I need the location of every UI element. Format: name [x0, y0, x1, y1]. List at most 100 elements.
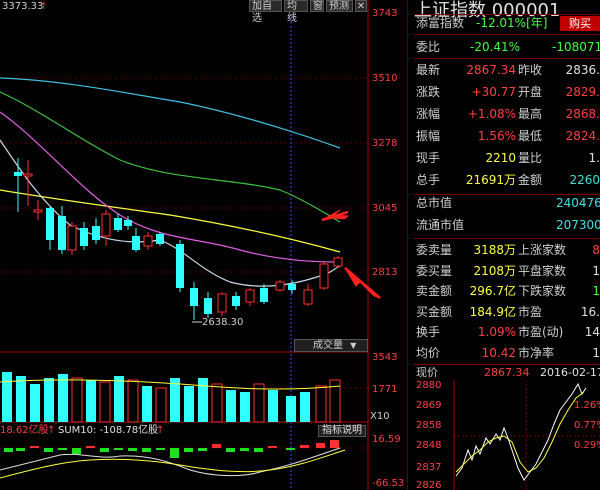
low-marker-label: 2638.30: [202, 317, 243, 328]
quote-row-label-2: 最低: [518, 129, 543, 143]
indicator-bar: [286, 448, 295, 450]
quote-row-value-1: 2867.34: [466, 63, 516, 77]
candle-body: [80, 228, 88, 246]
quote-row-label-2: 市净率: [518, 345, 555, 360]
add-watchlist-button[interactable]: 加自选: [249, 0, 282, 24]
quote-row-value-2: 2836.: [565, 63, 600, 77]
volume-bar: [286, 396, 296, 422]
volume-selector[interactable]: 成交量 ▼: [294, 339, 368, 352]
price-axis-label: 2813: [372, 267, 397, 278]
quote-row-label-1: 涨跌: [416, 85, 441, 99]
candle-body: [58, 216, 66, 250]
quote-row-label-2: 市盈: [518, 304, 543, 319]
quote-row-value-2: 8: [592, 243, 600, 257]
total-mv-label: 总市值: [416, 196, 453, 210]
quote-row-value-1: +30.77: [471, 85, 516, 99]
indicator-explain-button[interactable]: 指标说明: [318, 425, 366, 437]
indicator-bar: [16, 448, 25, 451]
quote-row-value-2: 14: [584, 325, 600, 339]
volume-bar: [253, 383, 265, 423]
quote-row-value-2: 1.: [588, 151, 600, 165]
volume-bar: [240, 392, 250, 422]
buy-button[interactable]: 购买: [560, 16, 600, 31]
volume-bar: [127, 379, 139, 423]
indicator-bar: [316, 443, 325, 448]
volume-selector-label: 成交量: [313, 340, 343, 351]
close-icon[interactable]: ✕: [355, 0, 367, 12]
volume-bar: [315, 385, 327, 423]
mini-axis-left: 2869: [416, 400, 441, 411]
indicator-axis: 16.59 -66.53: [372, 434, 404, 489]
indicator-bar: [142, 448, 151, 452]
quote-row-label-1: 现手: [416, 151, 441, 165]
quote-row: 换手 1.09% 市盈(动) 14: [414, 323, 600, 342]
quote-row-label-1: 最新: [416, 63, 441, 77]
indicator-bar: [4, 448, 13, 452]
volume-bar: [114, 376, 124, 422]
candle-body: [260, 288, 268, 302]
candle-body: [303, 289, 313, 305]
divider: [414, 34, 600, 35]
candle-body: [33, 209, 43, 213]
indicator-value-left: 18.62亿股: [0, 423, 49, 436]
price-axis-label: 3045: [372, 203, 397, 214]
candle-body: [319, 263, 329, 289]
quote-row-value-2: 1: [592, 263, 600, 278]
quote-row-value-2: 16.: [580, 304, 600, 319]
mini-axis-right: 0.77%: [574, 420, 600, 431]
indicator-sum-up-icon: ↑: [156, 425, 164, 436]
quote-row-label-2: 量比: [518, 151, 543, 165]
indicator-bar: [30, 446, 39, 448]
webi-value: -20.41%: [470, 40, 521, 54]
ma-button[interactable]: 均线: [284, 0, 308, 24]
candle-body: [245, 289, 255, 303]
candle-body: [14, 172, 22, 176]
quote-row-value-2: 2824.: [565, 129, 600, 143]
indicator-bar: [184, 448, 193, 452]
volume-bar: [170, 378, 180, 422]
top-price-arrow-icon: ↑: [40, 2, 48, 12]
quote-row-value-1: 10.42: [481, 345, 516, 360]
intraday-mini-chart[interactable]: 2880 2869 2858 2848 2837 2826 1.26% 0.77…: [414, 380, 600, 490]
indicator-bar: [268, 446, 277, 448]
volume-bar: [30, 384, 40, 422]
divider: [414, 238, 600, 239]
top-price: 3373.33: [2, 1, 43, 12]
mini-axis-right: 0.29%: [574, 440, 600, 451]
indicator-axis-bottom: -66.53: [372, 478, 404, 489]
volume-bar: [142, 386, 152, 422]
quote-row-value-1: 2108万: [473, 263, 516, 278]
window-button[interactable]: 窗: [310, 0, 324, 12]
quote-row: 委卖量 3188万 上涨家数 8: [414, 241, 600, 260]
quote-row-label-1: 卖金额: [416, 284, 453, 298]
price-axis: 3743 3510 3278 3045 2813: [372, 8, 397, 278]
volume-bar: [44, 378, 54, 422]
candle-body: [217, 293, 227, 313]
quote-row-label-1: 买金额: [416, 304, 453, 319]
quote-row: 买金额 184.9亿 市盈 16.: [414, 303, 600, 322]
quote-row-value-1: 1.56%: [477, 129, 516, 143]
indicator-sum-label: SUM10: -108.78亿股: [58, 423, 158, 436]
volume-axis-top: 3543: [372, 352, 397, 363]
mini-axis-left: 2848: [416, 440, 441, 451]
quote-row: 委买量 2108万 平盘家数 1: [414, 262, 600, 281]
candle-body: [275, 281, 285, 291]
candle-body: [23, 173, 33, 177]
quote-row-value-1: +1.08%: [467, 107, 516, 121]
candle-body: [156, 234, 164, 244]
indicator-bar: [100, 448, 109, 452]
quote-row-label-1: 均价: [416, 345, 441, 360]
candle-body: [114, 218, 122, 230]
quote-row-label-2: 平盘家数: [518, 263, 567, 278]
quote-row-value-2: 2868.: [565, 107, 600, 121]
quote-row-label-1: 振幅: [416, 129, 441, 143]
quote-row-label-2: 市盈(动): [518, 325, 564, 339]
quote-row-value-1: 3188万: [473, 243, 516, 257]
quote-row-label-1: 总手: [416, 173, 441, 187]
quote-row-value-1: 21691万: [465, 173, 516, 187]
float-mv-label: 流通市值: [416, 218, 465, 232]
volume-bar: [99, 381, 111, 423]
forecast-button[interactable]: 预测: [326, 0, 353, 12]
volume-bar: [184, 386, 194, 422]
quote-row-value-1: 2210: [485, 151, 516, 165]
